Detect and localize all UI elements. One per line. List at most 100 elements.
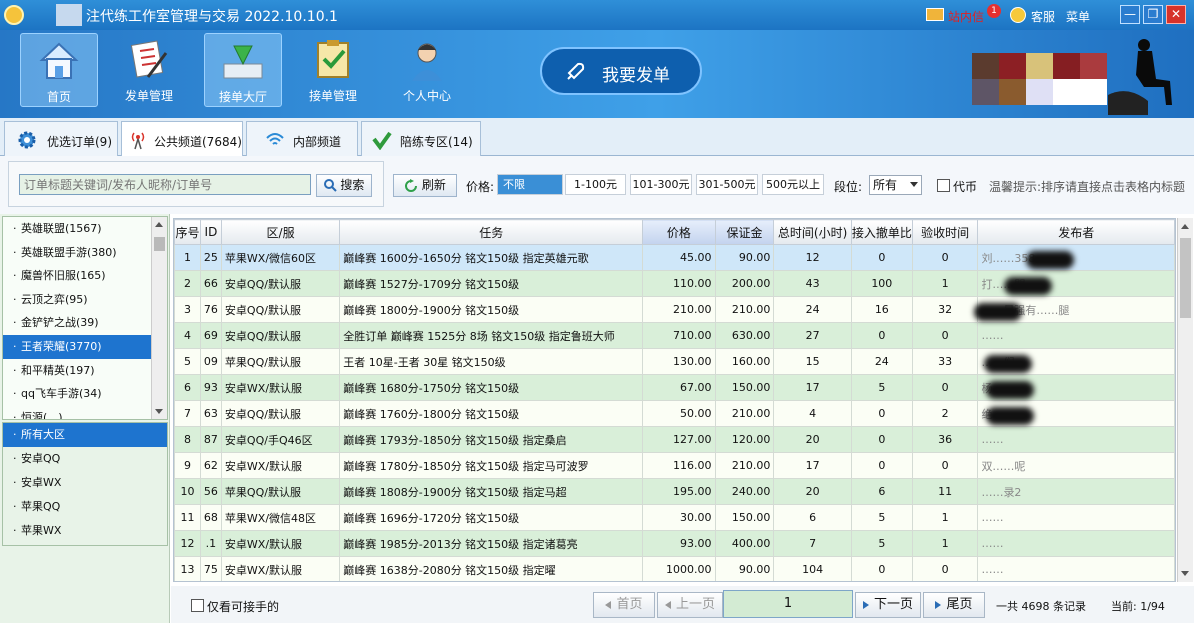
table-row[interactable]: 10 56 苹果QQ/默认服 巅峰赛 1808分-1900分 铭文150级 指定马超 1… [174,478,1175,505]
price-option-101-300[interactable]: 101-300元 [630,174,692,195]
customer-service-icon[interactable] [1010,7,1026,23]
region-item[interactable]: 苹果WX [3,519,167,543]
cell-server: 苹果WX/微信60区 [220,244,341,271]
cell-accept-time: 0 [911,322,979,349]
col-header-no[interactable]: 序号 [174,219,201,245]
table-row[interactable]: 1 25 苹果WX/微信60区 巅峰赛 1600分-1650分 铭文150级 指定英雄… [174,244,1175,271]
minimize-button[interactable]: — [1120,5,1140,24]
game-item[interactable]: 云顶之弈(95) [3,288,151,312]
col-header-accept-time[interactable]: 验收时间 [911,219,979,245]
game-item[interactable]: 魔兽怀旧服(165) [3,264,151,288]
price-option-1-100[interactable]: 1-100元 [565,174,626,195]
customer-service-link[interactable]: 客服 [1031,8,1055,25]
cell-id: .1 [199,530,222,557]
game-item[interactable]: qq飞车手游(34) [3,382,151,406]
table-row[interactable]: 3 76 安卓QQ/默认服 巅峰赛 1800分-1900分 铭文150级 210.00 2… [174,296,1175,323]
cell-accept-time: 0 [911,244,979,271]
col-header-hours[interactable]: 总时间(小时) [773,219,852,245]
search-button[interactable]: 搜索 [316,174,372,197]
scroll-down-icon[interactable] [155,409,163,414]
game-item[interactable]: 英雄联盟手游(380) [3,241,151,265]
col-header-price[interactable]: 价格 [642,219,716,245]
table-row[interactable]: 4 69 安卓QQ/默认服 全胜订单 巅峰赛 1525分 8场 铭文150级 指定鲁班… [174,322,1175,349]
only-acceptable-checkbox[interactable] [191,599,204,612]
game-item[interactable]: 英雄联盟(1567) [3,217,151,241]
scroll-thumb[interactable] [154,237,165,251]
nav-order-hall[interactable]: 接单大厅 [204,33,282,107]
restore-button[interactable]: ❐ [1143,5,1163,24]
tab-internal[interactable]: 内部频道 [246,121,358,156]
total-records: 一共 4698 条记录 [996,600,1086,613]
table-scrollbar[interactable] [1177,218,1193,582]
privacy-blur [986,381,1034,399]
cell-accept-time: 0 [911,452,979,479]
price-option-301-500[interactable]: 301-500元 [696,174,758,195]
col-header-publisher[interactable]: 发布者 [977,219,1175,245]
region-item[interactable]: 苹果QQ [3,495,167,519]
table-row[interactable]: 11 68 苹果WX/微信48区 巅峰赛 1696分-1720分 铭文150级 30.0… [174,504,1175,531]
only-acceptable-label: 仅看可接手的 [207,600,280,614]
prev-page-button[interactable]: 上一页 [657,592,723,618]
table-row[interactable]: 9 62 安卓WX/默认服 巅峰赛 1780分-1850分 铭文150级 指定马可波罗… [174,452,1175,479]
game-list-scrollbar[interactable] [151,217,167,419]
game-item-selected[interactable]: 王者荣耀(3770) [3,334,151,359]
region-item-selected[interactable]: 所有大区 [3,423,167,447]
tab-preferred[interactable]: 优选订单(9) [4,121,118,156]
table-row[interactable]: 13 75 安卓WX/默认服 巅峰赛 1638分-2080分 铭文150级 指定曜 10… [174,556,1175,581]
refresh-icon [405,178,418,192]
price-option-500-plus[interactable]: 500元以上 [762,174,824,195]
refresh-button[interactable]: 刷新 [393,174,457,197]
last-page-button[interactable]: 尾页 [923,592,985,618]
envelope-icon[interactable] [926,8,944,21]
title-mask [56,4,82,26]
menu-link[interactable]: 菜单 [1066,8,1090,25]
region-item[interactable]: 安卓QQ [3,447,167,471]
nav-accept-manage-label: 接单管理 [308,89,357,103]
nav-publish-manage[interactable]: 发单管理 [110,33,188,107]
nav-home[interactable]: 首页 [20,33,98,107]
message-link[interactable]: 站内信 [948,8,984,25]
scroll-up-icon[interactable] [155,222,163,227]
first-page-button[interactable]: 首页 [593,592,655,618]
region-item[interactable]: 安卓WX [3,471,167,495]
nav-accept-manage[interactable]: 接单管理 [294,33,372,107]
cell-id: 93 [199,374,222,401]
nav-home-label: 首页 [46,90,71,104]
tab-coach[interactable]: 陪练专区(14) [361,121,481,156]
col-header-id[interactable]: ID [199,219,222,245]
cell-price: 130.00 [642,348,716,375]
next-page-icon [862,600,869,609]
cell-no: 10 [174,478,201,505]
close-button[interactable]: ✕ [1166,5,1186,24]
col-header-server[interactable]: 区/服 [220,219,341,245]
scroll-up-icon[interactable] [1181,224,1189,229]
page-number-input[interactable]: 1 [723,590,853,618]
tab-preferred-label: 优选订单(9) [47,135,112,149]
game-item[interactable]: 和平精英(197) [3,359,151,383]
next-page-button[interactable]: 下一页 [855,592,921,618]
col-header-deposit[interactable]: 保证金 [714,219,775,245]
cell-price: 45.00 [642,244,716,271]
tab-internal-label: 内部频道 [293,135,342,149]
tab-public[interactable]: 公共频道(7684) [121,121,243,157]
cell-ratio: 5 [850,504,913,531]
nav-personal-center[interactable]: 个人中心 [388,33,466,107]
scroll-thumb[interactable] [1180,238,1191,318]
game-item[interactable]: 恒源(…) [3,406,151,419]
cell-deposit: 90.00 [714,556,775,581]
scroll-down-icon[interactable] [1181,571,1189,576]
game-item[interactable]: 金铲铲之战(39) [3,311,151,335]
cell-accept-time: 36 [911,426,979,453]
col-header-ratio[interactable]: 接入撤单比 [850,219,913,245]
cell-server: 安卓WX/默认服 [220,374,341,401]
search-input[interactable] [19,174,311,195]
cell-server: 安卓QQ/默认服 [220,270,341,297]
rank-select[interactable]: 所有 [869,175,922,195]
publish-order-button[interactable]: 我要发单 [540,47,702,95]
table-row[interactable]: 12.1 安卓WX/默认服 巅峰赛 1985分-2013分 铭文150级 指定诸葛亮… [174,530,1175,557]
table-row[interactable]: 8 87 安卓QQ/手Q46区 巅峰赛 1793分-1850分 铭文150级 指定桑启… [174,426,1175,453]
proxy-currency-checkbox[interactable] [937,179,950,192]
cell-hours: 4 [773,400,852,427]
price-option-unlimited[interactable]: 不限 [497,174,563,195]
col-header-task[interactable]: 任务 [339,219,644,245]
